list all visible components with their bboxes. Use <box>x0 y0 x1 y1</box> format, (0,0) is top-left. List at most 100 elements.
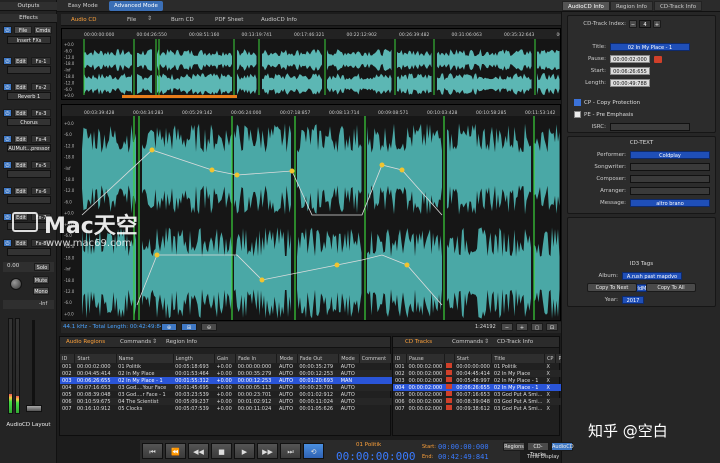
fx-power-button[interactable]: ⏻ <box>3 135 12 143</box>
fx-edit-button[interactable]: Edit <box>14 109 28 117</box>
tab-audiocd-info[interactable]: AudioCD Info <box>562 1 610 11</box>
album-field[interactable]: A.rush past mapdvo <box>622 272 682 280</box>
fx-edit-button[interactable]: Edit <box>14 161 28 169</box>
tab-audiocd-info-main[interactable]: AudioCD Info <box>257 15 301 25</box>
track-index-field[interactable]: 4 <box>639 20 651 28</box>
commands-chevron-icon[interactable]: ⇕ <box>152 338 157 345</box>
fx-select[interactable] <box>7 66 51 74</box>
next-button[interactable]: ▶▶ <box>257 443 278 459</box>
table-row[interactable]: 003 00:06:26:655 02 In My Place - 1 00:01:5… <box>60 377 392 384</box>
zoom-plus-button[interactable]: + <box>516 323 528 331</box>
fx-power-button[interactable]: ⏻ <box>3 187 12 195</box>
tracks-col-header[interactable]: Pause <box>406 354 445 363</box>
regions-col-header[interactable]: Comment <box>359 354 393 363</box>
play-button[interactable]: ▶ <box>234 443 255 459</box>
solo-button[interactable]: Solo <box>34 263 50 271</box>
arranger-field[interactable] <box>630 187 710 195</box>
tab-region-commands[interactable]: Commands <box>116 338 155 347</box>
regions-col-header[interactable]: Gain <box>214 354 237 363</box>
tab-cd-tracks[interactable]: CD Tracks <box>401 338 436 347</box>
cp-checkbox[interactable] <box>574 99 581 106</box>
fx-power-button[interactable]: ⏻ <box>3 239 12 247</box>
pe-checkbox[interactable] <box>574 111 581 118</box>
fx-edit-button[interactable]: Edit <box>14 57 28 65</box>
table-row[interactable]: 006 00:10:59:675 04 The Scientist 00:05:09:… <box>60 398 392 405</box>
fx-edit-button[interactable]: Edit <box>14 83 28 91</box>
track-index-increment[interactable]: + <box>653 20 661 28</box>
fx-select[interactable]: Reverb 1 <box>7 92 51 100</box>
regions-col-header[interactable]: Name <box>116 354 174 363</box>
title-field[interactable]: 02 In My Place - 1 <box>610 43 690 51</box>
tab-advanced-mode[interactable]: Advanced Mode <box>109 1 163 11</box>
stop-button[interactable]: ■ <box>211 443 232 459</box>
tab-region-info-panel[interactable]: Region Info <box>162 338 201 347</box>
regions-col-header[interactable]: Mode <box>338 354 360 363</box>
fx-power-button[interactable]: ⏻ <box>3 57 12 65</box>
loop-button[interactable]: ⟲ <box>303 443 324 459</box>
overview-waveform[interactable]: 00:00:00:000 00:04:26:550 00:08:51:160 00:1… <box>61 28 561 100</box>
songwriter-field[interactable] <box>630 163 710 171</box>
table-row[interactable]: 004 00:07:16:653 03 God....Your Face 00:01:… <box>60 384 392 391</box>
tab-cdtrack-info-panel[interactable]: CD-Track Info <box>493 338 537 347</box>
rewind-button[interactable]: ⏪ <box>165 443 186 459</box>
cmds-button[interactable]: Cmds <box>34 26 52 34</box>
year-field[interactable]: 2017 <box>622 296 644 304</box>
isrc-field[interactable] <box>610 123 690 131</box>
pause-field[interactable]: 00:00:02:000 <box>610 55 650 63</box>
table-row[interactable]: 005 00:08:39:048 03 God....r Face - 1 00:03… <box>60 391 392 398</box>
tab-track-commands[interactable]: Commands <box>448 338 487 347</box>
track-commands-chevron-icon[interactable]: ⇕ <box>484 338 489 345</box>
track-index-decrement[interactable]: − <box>629 20 637 28</box>
tab-view-cd-tracks[interactable]: CD-Tracks <box>527 442 549 458</box>
copy-to-next-button[interactable]: Copy To Next <box>587 283 637 292</box>
fx-power-button[interactable]: ⏻ <box>3 213 12 221</box>
regions-col-header[interactable]: Length <box>173 354 215 363</box>
tab-audio-cd[interactable]: Audio CD <box>67 15 100 25</box>
prev-button[interactable]: ◀◀ <box>188 443 209 459</box>
mono-button[interactable]: Mono <box>33 287 49 295</box>
fx-select[interactable]: Chorus <box>7 118 51 126</box>
message-field[interactable]: altro brano <box>630 199 710 207</box>
go-end-button[interactable]: ⏭ <box>280 443 301 459</box>
effects-header[interactable]: Effects <box>0 14 57 23</box>
pan-knob[interactable] <box>10 278 22 290</box>
go-start-button[interactable]: ⏮ <box>142 443 163 459</box>
power-button[interactable]: ⏻ <box>3 26 12 34</box>
zoom-out-button[interactable]: ⊖ <box>201 323 217 331</box>
lock-icon[interactable] <box>446 370 453 375</box>
regions-col-header[interactable]: Fade In <box>235 354 278 363</box>
length-field[interactable]: 00:00:49:788 <box>610 79 650 87</box>
lock-icon[interactable] <box>446 363 453 368</box>
fx-edit-button[interactable]: Edit <box>14 135 28 143</box>
tracks-col-header[interactable]: Start <box>454 354 493 363</box>
table-row[interactable]: 001 00:00:02:000 01 Politik 00:05:18:693 +0.… <box>60 363 392 370</box>
tab-pdf-sheet[interactable]: PDF Sheet <box>211 15 247 25</box>
regions-col-header[interactable]: ID <box>60 354 76 363</box>
performer-field[interactable]: Coldplay <box>630 151 710 159</box>
volume-fader-handle[interactable] <box>26 405 42 412</box>
zoom-in-button[interactable]: ⊕ <box>161 323 177 331</box>
fx-select[interactable] <box>7 170 51 178</box>
tab-view-regions[interactable]: Regions <box>503 442 525 451</box>
zoom-all-button[interactable]: ⊡ <box>546 323 558 331</box>
tab-cdtrack-info[interactable]: CD-Track Info <box>654 1 703 11</box>
lock-icon[interactable] <box>446 391 453 396</box>
zoom-reset-button[interactable]: ▢ <box>531 323 543 331</box>
tracks-col-header[interactable] <box>444 354 455 363</box>
mute-button[interactable]: Mute <box>33 276 49 284</box>
fx-power-button[interactable]: ⏻ <box>3 109 12 117</box>
tracks-col-header[interactable]: CP <box>544 354 557 363</box>
lock-icon[interactable] <box>446 398 453 403</box>
tab-burn-cd[interactable]: Burn CD <box>167 15 198 25</box>
composer-field[interactable] <box>630 175 710 183</box>
table-row[interactable]: 007 00:16:10:912 05 Clocks 00:05:07:539 +0.0… <box>60 405 392 412</box>
lock-icon[interactable] <box>446 405 453 410</box>
table-row[interactable]: 002 00:04:45:414 02 In My Place 00:01:53:46… <box>60 370 392 377</box>
pause-lock-icon[interactable] <box>654 56 662 63</box>
tab-view-audiocd[interactable]: AudioCD <box>551 442 574 451</box>
tracks-col-header[interactable]: Title <box>491 354 545 363</box>
zoom-fit-button[interactable]: ⊞ <box>181 323 197 331</box>
lock-icon[interactable] <box>446 377 453 382</box>
fx-power-button[interactable]: ⏻ <box>3 83 12 91</box>
zoom-minus-button[interactable]: − <box>501 323 513 331</box>
